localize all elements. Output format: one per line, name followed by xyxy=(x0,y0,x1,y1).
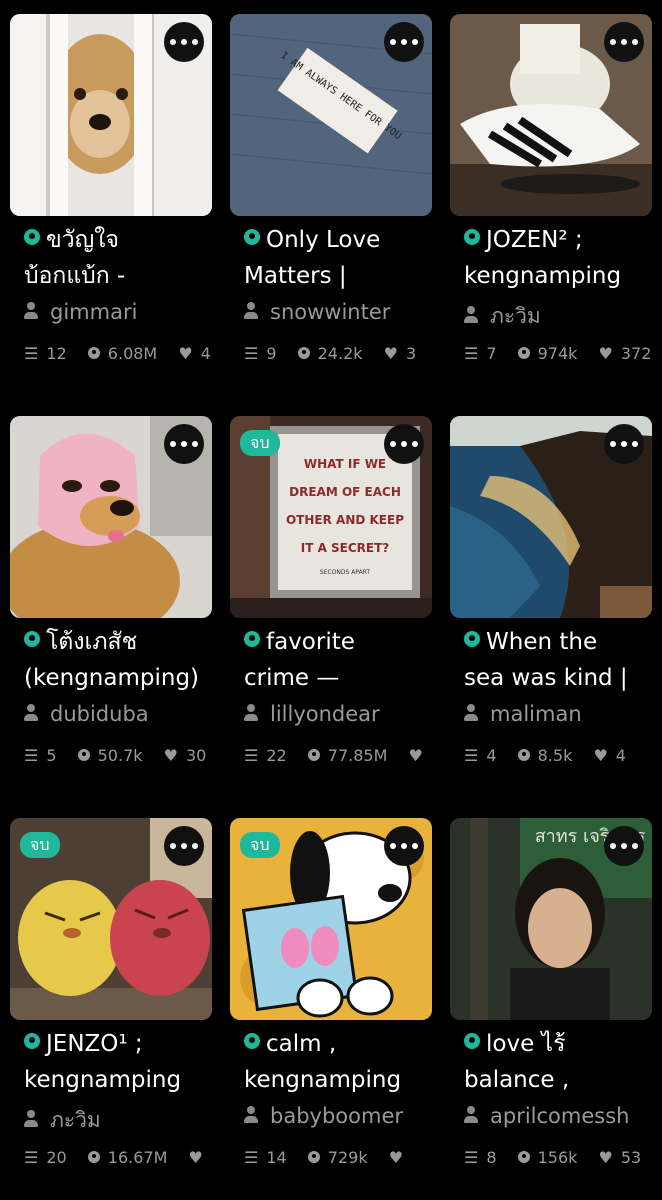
more-options-button[interactable] xyxy=(384,424,424,464)
reads-icon xyxy=(87,347,100,359)
ongoing-icon xyxy=(24,631,40,647)
person-icon xyxy=(244,1106,258,1124)
ongoing-icon xyxy=(244,631,260,647)
story-title[interactable]: โต้งเภสัช (kengnamping) xyxy=(24,624,214,696)
more-options-button[interactable] xyxy=(384,22,424,62)
sign-text: DREAM OF EACH xyxy=(289,485,401,499)
ongoing-icon xyxy=(464,631,480,647)
more-options-button[interactable] xyxy=(604,424,644,464)
heart-icon: ♥ xyxy=(163,746,178,765)
heart-icon: ♥ xyxy=(188,1148,203,1167)
story-author[interactable]: ภะวิม xyxy=(24,1104,101,1137)
sign-text: IT A SECRET? xyxy=(301,541,390,555)
list-icon: ☰ xyxy=(24,344,39,363)
reads-icon xyxy=(87,1151,100,1163)
story-title[interactable]: ขวัญใจ บ้อกแบ้ก - xyxy=(24,222,214,294)
story-stats: ☰ 22 77.85M ♥ xyxy=(244,746,423,765)
ongoing-icon xyxy=(24,229,40,245)
story-stats: ☰ 8 156k ♥ 53 xyxy=(464,1148,642,1167)
more-options-button[interactable] xyxy=(384,826,424,866)
person-icon xyxy=(24,704,38,722)
reads-icon xyxy=(77,749,90,761)
story-grid: ขวัญใจ บ้อกแบ้ก - gimmari ☰ 12 6.08M ♥ 4 I … xyxy=(0,0,662,1200)
story-title[interactable]: Only Love Matters | xyxy=(244,222,434,294)
story-title[interactable]: favorite crime — xyxy=(244,624,434,696)
person-icon xyxy=(464,306,478,324)
person-icon xyxy=(24,302,38,320)
story-stats: ☰ 5 50.7k ♥ 30 xyxy=(24,746,207,765)
list-icon: ☰ xyxy=(464,746,479,765)
sign-text: SECONDS APART xyxy=(320,569,371,576)
story-title[interactable]: JENZO¹ ; kengnamping xyxy=(24,1026,214,1098)
completed-badge: จบ xyxy=(240,430,280,456)
more-options-button[interactable] xyxy=(604,22,644,62)
story-author[interactable]: gimmari xyxy=(24,300,137,324)
heart-icon: ♥ xyxy=(178,344,193,363)
ongoing-icon xyxy=(464,1033,480,1049)
list-icon: ☰ xyxy=(244,344,259,363)
ongoing-icon xyxy=(464,229,480,245)
heart-icon: ♥ xyxy=(383,344,398,363)
ongoing-icon xyxy=(244,229,260,245)
person-icon xyxy=(464,1106,478,1124)
person-icon xyxy=(24,1110,38,1128)
story-title[interactable]: JOZEN² ; kengnamping xyxy=(464,222,654,294)
story-stats: ☰ 9 24.2k ♥ 3 xyxy=(244,344,417,363)
person-icon xyxy=(464,704,478,722)
person-icon xyxy=(244,302,258,320)
story-stats: ☰ 7 974k ♥ 372 xyxy=(464,344,652,363)
list-icon: ☰ xyxy=(244,746,259,765)
reads-icon xyxy=(307,749,320,761)
reads-icon xyxy=(297,347,310,359)
list-icon: ☰ xyxy=(24,1148,39,1167)
ongoing-icon xyxy=(24,1033,40,1049)
list-icon: ☰ xyxy=(464,344,479,363)
story-author[interactable]: aprilcomessh xyxy=(464,1104,629,1128)
reads-icon xyxy=(517,347,530,359)
more-options-button[interactable] xyxy=(164,424,204,464)
more-options-button[interactable] xyxy=(604,826,644,866)
story-author[interactable]: dubiduba xyxy=(24,702,149,726)
story-title[interactable]: When the sea was kind | xyxy=(464,624,654,696)
heart-icon: ♥ xyxy=(388,1148,404,1167)
story-title[interactable]: calm , kengnamping xyxy=(244,1026,434,1098)
completed-badge: จบ xyxy=(20,832,60,858)
story-author[interactable]: babyboomer xyxy=(244,1104,403,1128)
list-icon: ☰ xyxy=(24,746,39,765)
heart-icon: ♥ xyxy=(408,746,423,765)
reads-icon xyxy=(307,1151,320,1163)
story-stats: ☰ 20 16.67M ♥ xyxy=(24,1148,203,1167)
story-stats: ☰ 4 8.5k ♥ 4 xyxy=(464,746,626,765)
person-icon xyxy=(244,704,258,722)
story-title[interactable]: love ไร้ balance , xyxy=(464,1026,654,1098)
heart-icon: ♥ xyxy=(598,1148,613,1167)
story-author[interactable]: ภะวิม xyxy=(464,300,541,333)
completed-badge: จบ xyxy=(240,832,280,858)
more-options-button[interactable] xyxy=(164,826,204,866)
list-icon: ☰ xyxy=(244,1148,259,1167)
heart-icon: ♥ xyxy=(593,746,608,765)
story-author[interactable]: lillyondear xyxy=(244,702,380,726)
story-author[interactable]: snowwinter xyxy=(244,300,390,324)
sign-text: OTHER AND KEEP xyxy=(286,513,404,527)
sign-text: WHAT IF WE xyxy=(304,457,386,471)
heart-icon: ♥ xyxy=(598,344,613,363)
reads-icon xyxy=(517,749,530,761)
story-stats: ☰ 12 6.08M ♥ 4 xyxy=(24,344,211,363)
more-options-button[interactable] xyxy=(164,22,204,62)
list-icon: ☰ xyxy=(464,1148,479,1167)
reads-icon xyxy=(517,1151,530,1163)
story-author[interactable]: maliman xyxy=(464,702,582,726)
ongoing-icon xyxy=(244,1033,260,1049)
story-stats: ☰ 14 729k ♥ xyxy=(244,1148,404,1167)
